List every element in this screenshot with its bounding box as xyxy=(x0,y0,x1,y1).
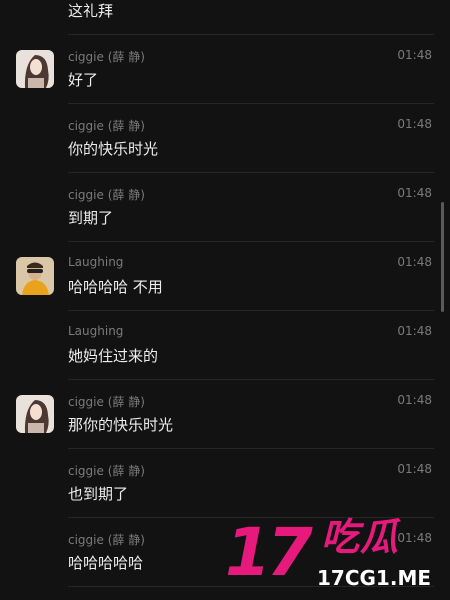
chat-message: 这礼拜 xyxy=(0,0,450,35)
sender-name: ciggie (薛 静) xyxy=(68,464,145,478)
laughing-avatar[interactable] xyxy=(16,257,54,295)
chat-message: ciggie (薛 静) 01:48 到期了 xyxy=(0,173,450,242)
watermark-number: 17 xyxy=(225,514,313,591)
sender-name: Laughing xyxy=(68,324,124,338)
message-text: 那你的快乐时光 xyxy=(68,416,174,434)
message-text: 哈哈哈哈 不用 xyxy=(68,278,163,296)
scrollbar-thumb[interactable] xyxy=(441,202,444,312)
chat-message: Laughing 01:48 哈哈哈哈 不用 xyxy=(0,242,450,311)
message-text: 也到期了 xyxy=(68,485,129,503)
chat-message: ciggie (薛 静) 01:48 你的快乐时光 xyxy=(0,104,450,173)
message-time: 01:48 xyxy=(397,255,432,269)
sender-name: ciggie (薛 静) xyxy=(68,119,145,133)
message-time: 01:48 xyxy=(397,393,432,407)
chat-message: ciggie (薛 静) 01:48 那你的快乐时光 xyxy=(0,380,450,449)
chat-message: ciggie (薛 静) 01:48 好了 xyxy=(0,35,450,104)
message-text: 这礼拜 xyxy=(68,2,114,20)
sender-name: ciggie (薛 静) xyxy=(68,395,145,409)
message-time: 01:48 xyxy=(397,117,432,131)
message-time: 01:48 xyxy=(397,324,432,338)
chat-message: ciggie (薛 静) 01:48 也到期了 xyxy=(0,449,450,518)
message-text: 她妈住过来的 xyxy=(68,347,159,365)
site-watermark: 17 吃瓜 17CG1.ME xyxy=(225,514,440,596)
watermark-url: 17CG1.ME xyxy=(317,566,432,590)
message-text: 你的快乐时光 xyxy=(68,140,159,158)
sender-name: ciggie (薛 静) xyxy=(68,50,145,64)
message-text: 哈哈哈哈哈 xyxy=(68,554,144,572)
message-text: 好了 xyxy=(68,71,99,89)
message-time: 01:48 xyxy=(397,186,432,200)
watermark-chinese: 吃瓜 xyxy=(321,515,400,559)
chat-message-list[interactable]: 这礼拜 ciggie (薛 静) 01:48 好了 ciggie (薛 静) 0… xyxy=(0,0,450,600)
ciggie-avatar[interactable] xyxy=(16,395,54,433)
ciggie-avatar[interactable] xyxy=(16,50,54,88)
sender-name: Laughing xyxy=(68,255,124,269)
chat-message: Laughing 01:48 她妈住过来的 xyxy=(0,311,450,380)
sender-name: ciggie (薛 静) xyxy=(68,188,145,202)
message-time: 01:48 xyxy=(397,462,432,476)
sender-name: ciggie (薛 静) xyxy=(68,533,145,547)
message-text: 到期了 xyxy=(68,209,114,227)
message-time: 01:48 xyxy=(397,48,432,62)
